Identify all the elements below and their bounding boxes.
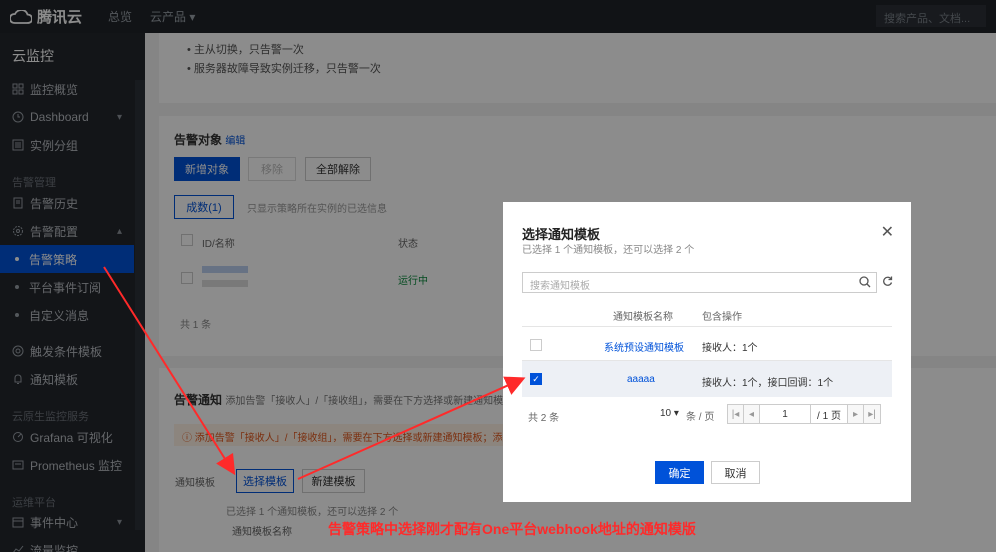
last-page-button[interactable]: ▸|	[863, 404, 881, 424]
dialog-subtitle: 已选择 1 个通知模板，还可以选择 2 个	[522, 245, 695, 256]
page-size-select[interactable]: 10 ▾	[660, 408, 679, 419]
page-total: / 1 页	[810, 404, 848, 424]
select-template-dialog: 选择通知模板 已选择 1 个通知模板，还可以选择 2 个 ✕ 搜索通知模板 通知…	[503, 202, 911, 502]
col-template-name: 通知模板名称	[613, 312, 673, 323]
row-checkbox[interactable]	[530, 339, 542, 351]
template-search-input[interactable]: 搜索通知模板	[522, 272, 877, 293]
page-size-unit: 条 / 页	[686, 412, 715, 423]
template-name-link[interactable]: aaaaa	[627, 374, 655, 385]
col-operations: 包含操作	[702, 312, 742, 323]
cancel-button[interactable]: 取消	[711, 461, 760, 484]
refresh-icon[interactable]	[882, 276, 893, 290]
close-icon[interactable]: ✕	[881, 222, 894, 242]
confirm-button[interactable]: 确定	[655, 461, 704, 484]
template-name-link[interactable]: 系统预设通知模板	[604, 339, 684, 354]
template-ops: 接收人：1个	[702, 343, 758, 354]
template-ops: 接收人：1个，接口回调：1个	[702, 378, 834, 389]
page-input[interactable]: 1	[759, 404, 811, 424]
total-count: 共 2 条	[528, 413, 560, 424]
first-page-button[interactable]: |◂	[727, 404, 744, 424]
prev-page-button[interactable]: ◂	[743, 404, 760, 424]
search-icon[interactable]	[859, 276, 871, 291]
annotation-caption: 告警策略中选择刚才配有One平台webhook地址的通知模版	[328, 521, 696, 537]
next-page-button[interactable]: ▸	[847, 404, 864, 424]
divider	[522, 326, 892, 327]
row-checkbox-checked[interactable]: ✓	[530, 373, 542, 385]
